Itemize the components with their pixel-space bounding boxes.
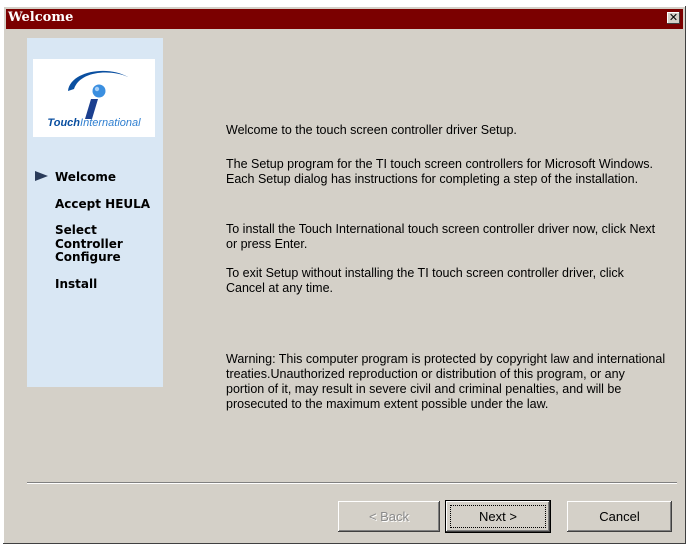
step-accept-heula: Accept HEULA: [55, 197, 151, 211]
touch-international-logo-icon: [68, 70, 128, 119]
step-install: Install: [55, 277, 98, 291]
button-separator: [27, 482, 677, 484]
setup-description-text: The Setup program for the TI touch scree…: [226, 157, 654, 186]
window-title: Welcome: [8, 10, 74, 25]
brand-logo: TouchInternational: [33, 59, 155, 137]
brand-name-strong: Touch: [47, 117, 81, 129]
close-button[interactable]: ✕: [667, 12, 680, 24]
title-bar[interactable]: Welcome ✕: [6, 9, 683, 29]
brand-name: TouchInternational: [33, 117, 155, 129]
wizard-sidebar: TouchInternational Welcome Accept HEULA …: [27, 38, 163, 387]
step-configure: Configure: [55, 250, 121, 264]
brand-name-light: International: [80, 117, 141, 129]
focus-rectangle: [450, 505, 546, 528]
cancel-button[interactable]: Cancel: [567, 501, 672, 532]
back-button[interactable]: < Back: [338, 501, 440, 532]
next-button[interactable]: Next >: [446, 501, 550, 532]
install-instructions-text: To install the Touch International touch…: [226, 222, 656, 251]
exit-instructions-text: To exit Setup without installing the TI …: [226, 266, 624, 295]
current-step-arrow-icon: [35, 171, 48, 181]
close-icon: ✕: [668, 11, 679, 24]
step-welcome: Welcome: [55, 170, 117, 184]
copyright-warning-text: Warning: This computer program is protec…: [226, 352, 666, 411]
intro-text: Welcome to the touch screen controller d…: [226, 123, 517, 137]
step-select-controller: Select Controller: [55, 223, 123, 251]
